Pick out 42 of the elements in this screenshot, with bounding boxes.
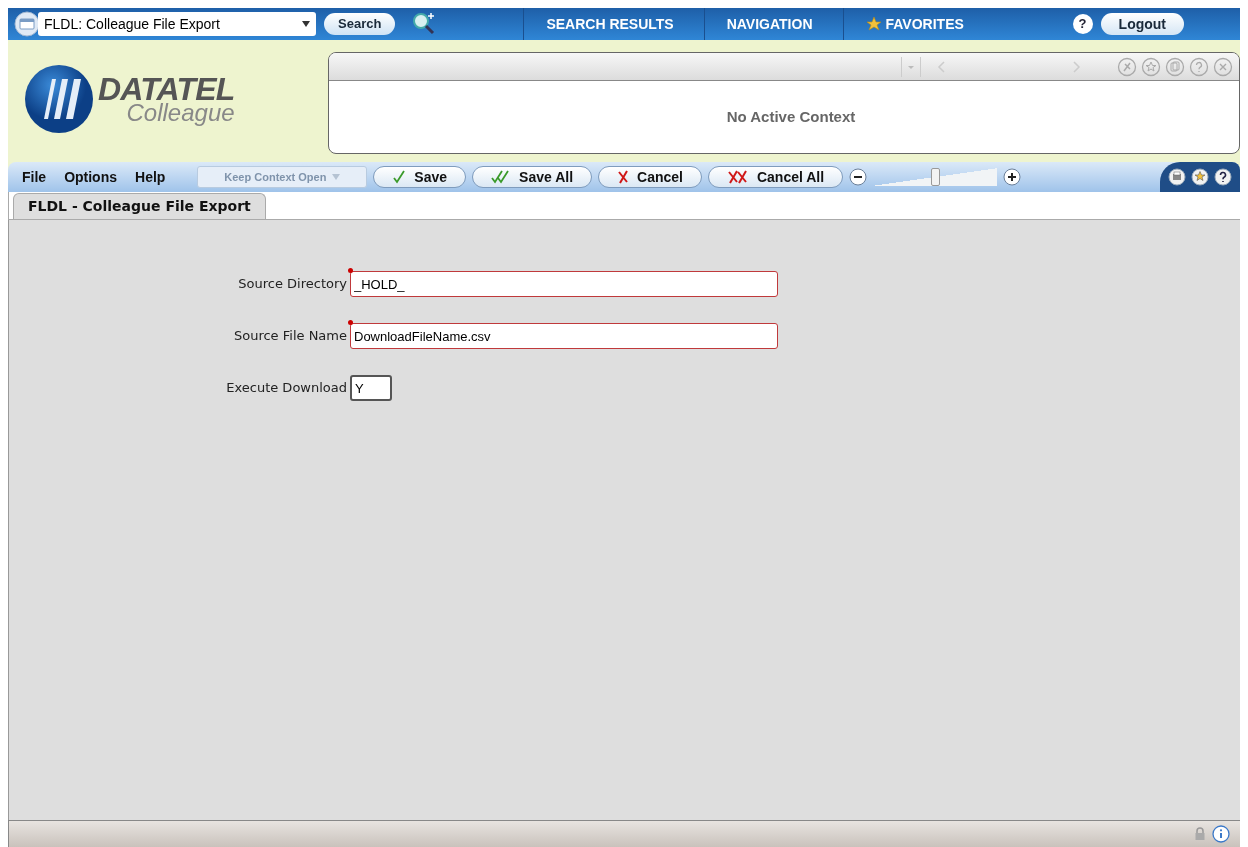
help-button[interactable]: ? — [1072, 14, 1093, 34]
logo-icon — [24, 64, 94, 134]
menu-item[interactable]: File — [16, 166, 53, 188]
toolbar-button[interactable]: Save — [373, 166, 467, 188]
input-field[interactable]: DownloadFileName.csv — [350, 323, 778, 349]
double-cross-icon — [726, 170, 749, 184]
zoom-slider[interactable] — [873, 168, 998, 186]
form-select[interactable]: FLDL: Colleague File Export — [38, 12, 316, 36]
help-icon[interactable] — [1214, 168, 1232, 186]
star-icon — [865, 16, 882, 32]
lock-icon — [1194, 827, 1206, 841]
check-icon — [392, 170, 407, 184]
info-icon[interactable] — [1212, 825, 1230, 843]
required-marker — [348, 268, 353, 273]
caret-icon[interactable] — [901, 56, 921, 77]
zoom-out-icon[interactable] — [849, 168, 868, 186]
context-message: No Active Context — [726, 106, 856, 127]
toolbar-button[interactable]: Cancel All — [707, 166, 844, 188]
menu-item[interactable]: Options — [58, 166, 123, 188]
logo-product: Colleague — [126, 101, 235, 125]
field-label: Source Directory — [237, 275, 347, 294]
close-icon[interactable] — [1213, 56, 1233, 77]
input-field[interactable]: Y — [350, 375, 392, 401]
print-icon[interactable] — [1168, 168, 1186, 186]
logout-button[interactable]: Logout — [1100, 13, 1184, 35]
toolbar-button[interactable]: Save All — [472, 166, 593, 188]
menu-item[interactable]: Help — [129, 166, 172, 188]
caret-icon — [302, 21, 310, 27]
toolbar-button[interactable]: Cancel — [598, 166, 702, 188]
search-button[interactable]: Search — [324, 13, 396, 35]
input-field[interactable]: _HOLD_ — [350, 271, 778, 297]
zoom-in-icon[interactable] — [1003, 168, 1022, 186]
copy-icon[interactable] — [1165, 56, 1185, 77]
form-icon — [14, 11, 40, 37]
caret-icon — [332, 174, 341, 180]
field-label: Execute Download — [225, 379, 347, 398]
double-check-icon — [491, 170, 512, 184]
cross-icon — [617, 170, 630, 184]
field-label: Source File Name — [232, 327, 347, 346]
required-marker — [348, 320, 353, 325]
slider-thumb[interactable] — [930, 168, 940, 186]
form-tab[interactable]: FLDL - Colleague File Export — [13, 193, 266, 219]
